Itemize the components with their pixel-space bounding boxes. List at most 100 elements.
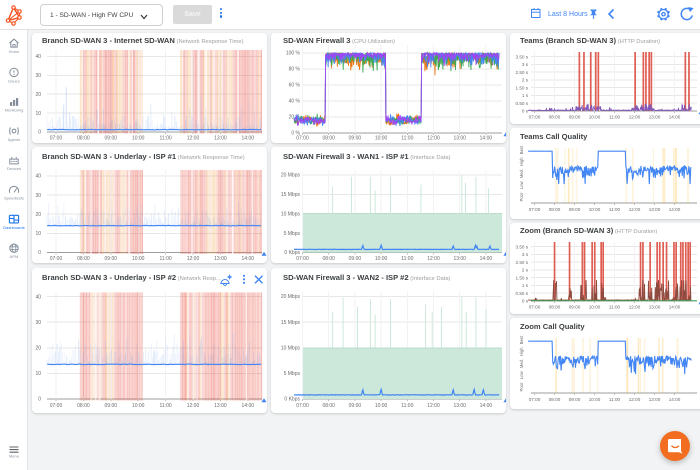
svg-text:07:00: 07:00 [529,397,541,402]
svg-text:13:00: 13:00 [649,207,661,212]
svg-text:3.50 s: 3.50 s [515,244,528,249]
svg-text:08:00: 08:00 [77,136,90,142]
svg-text:Agents: Agents [8,137,20,142]
svg-text:0: 0 [38,130,41,136]
svg-text:13:00: 13:00 [214,403,227,409]
svg-text:14:00: 14:00 [480,256,493,262]
svg-text:10:00: 10:00 [132,403,145,409]
svg-text:08:00: 08:00 [77,256,90,262]
svg-text:Poor: Poor [519,192,524,201]
svg-text:40: 40 [35,54,41,60]
svg-text:20 Mbps: 20 Mbps [281,173,301,179]
svg-text:Poor: Poor [519,382,524,391]
svg-text:14:00: 14:00 [480,403,493,409]
svg-text:12:00: 12:00 [629,397,641,402]
svg-text:07:00: 07:00 [296,136,309,142]
svg-text:11:00: 11:00 [609,115,621,120]
svg-text:12:00: 12:00 [427,256,440,262]
svg-text:5 Mbps: 5 Mbps [284,371,301,377]
svg-text:100 %: 100 % [286,51,301,57]
svg-text:09:00: 09:00 [569,397,581,402]
svg-text:09:00: 09:00 [105,403,118,409]
svg-text:12:00: 12:00 [187,256,200,262]
svg-text:14:00: 14:00 [242,136,255,142]
svg-text:High: High [519,157,524,166]
svg-text:14:00: 14:00 [480,136,493,142]
svg-text:0 s: 0 s [522,299,529,304]
svg-text:30: 30 [35,320,41,326]
svg-text:10: 10 [35,371,41,377]
svg-text:5 Mbps: 5 Mbps [284,231,301,237]
svg-text:11:00: 11:00 [160,136,172,142]
svg-text:09:00: 09:00 [569,115,581,120]
svg-text:11:00: 11:00 [609,305,621,310]
svg-text:15 Mbps: 15 Mbps [281,320,301,326]
svg-text:1.50 s: 1.50 s [515,275,528,280]
svg-text:12:00: 12:00 [427,403,440,409]
svg-text:Home: Home [9,49,20,54]
svg-text:10 Mbps: 10 Mbps [281,346,301,352]
svg-text:13:00: 13:00 [453,256,466,262]
svg-text:12:00: 12:00 [629,305,641,310]
svg-text:14:00: 14:00 [669,305,681,310]
svg-text:08:00: 08:00 [322,403,335,409]
svg-text:1.50 s: 1.50 s [515,85,528,90]
svg-text:10:00: 10:00 [589,207,601,212]
svg-text:Issues: Issues [8,78,20,83]
svg-text:3.50 s: 3.50 s [515,54,528,59]
svg-text:08:00: 08:00 [549,207,561,212]
svg-text:07:00: 07:00 [50,136,63,142]
svg-text:0 s: 0 s [522,109,529,114]
svg-text:Low: Low [519,180,524,189]
svg-text:12:00: 12:00 [187,136,200,142]
svg-text:Med.: Med. [519,169,524,178]
svg-text:10:00: 10:00 [589,305,601,310]
svg-text:11:00: 11:00 [609,397,621,402]
svg-text:13:00: 13:00 [649,305,661,310]
svg-text:0: 0 [38,250,41,256]
svg-text:11:00: 11:00 [401,256,413,262]
svg-text:30: 30 [35,193,41,199]
svg-text:10:00: 10:00 [132,136,145,142]
svg-text:07:00: 07:00 [50,403,63,409]
svg-text:Speedtests: Speedtests [4,196,24,201]
svg-text:2.50 s: 2.50 s [515,260,528,265]
svg-text:14:00: 14:00 [669,115,681,120]
svg-text:13:00: 13:00 [649,397,661,402]
svg-text:08:00: 08:00 [77,403,90,409]
svg-text:80 %: 80 % [289,67,301,73]
svg-text:10:00: 10:00 [375,256,388,262]
svg-text:High: High [519,347,524,356]
svg-text:12:00: 12:00 [427,136,440,142]
svg-text:11:00: 11:00 [401,403,413,409]
svg-text:0.50 s: 0.50 s [515,291,528,296]
svg-text:09:00: 09:00 [105,136,118,142]
svg-text:12:00: 12:00 [187,403,200,409]
svg-text:20 Mbps: 20 Mbps [281,294,301,300]
svg-text:2.50 s: 2.50 s [515,70,528,75]
svg-text:08:00: 08:00 [322,256,335,262]
svg-text:Med.: Med. [519,359,524,368]
svg-text:09:00: 09:00 [349,256,362,262]
svg-text:Devices: Devices [7,166,21,171]
svg-text:14:00: 14:00 [669,207,681,212]
svg-text:14:00: 14:00 [242,403,255,409]
svg-text:APM: APM [10,254,19,259]
svg-text:13:00: 13:00 [214,256,227,262]
svg-text:07:00: 07:00 [529,305,541,310]
svg-text:08:00: 08:00 [322,136,335,142]
svg-text:07:00: 07:00 [529,115,541,120]
svg-text:09:00: 09:00 [349,136,362,142]
svg-text:13:00: 13:00 [649,115,661,120]
svg-text:60 %: 60 % [289,83,301,89]
svg-text:10:00: 10:00 [375,403,388,409]
svg-text:20: 20 [35,92,41,98]
svg-text:09:00: 09:00 [349,403,362,409]
svg-text:Best: Best [519,145,524,154]
svg-text:13:00: 13:00 [453,403,466,409]
svg-text:13:00: 13:00 [453,136,466,142]
svg-text:Menu: Menu [9,454,19,459]
svg-text:40: 40 [35,174,41,180]
svg-text:07:00: 07:00 [296,403,309,409]
svg-text:15 Mbps: 15 Mbps [281,192,301,198]
